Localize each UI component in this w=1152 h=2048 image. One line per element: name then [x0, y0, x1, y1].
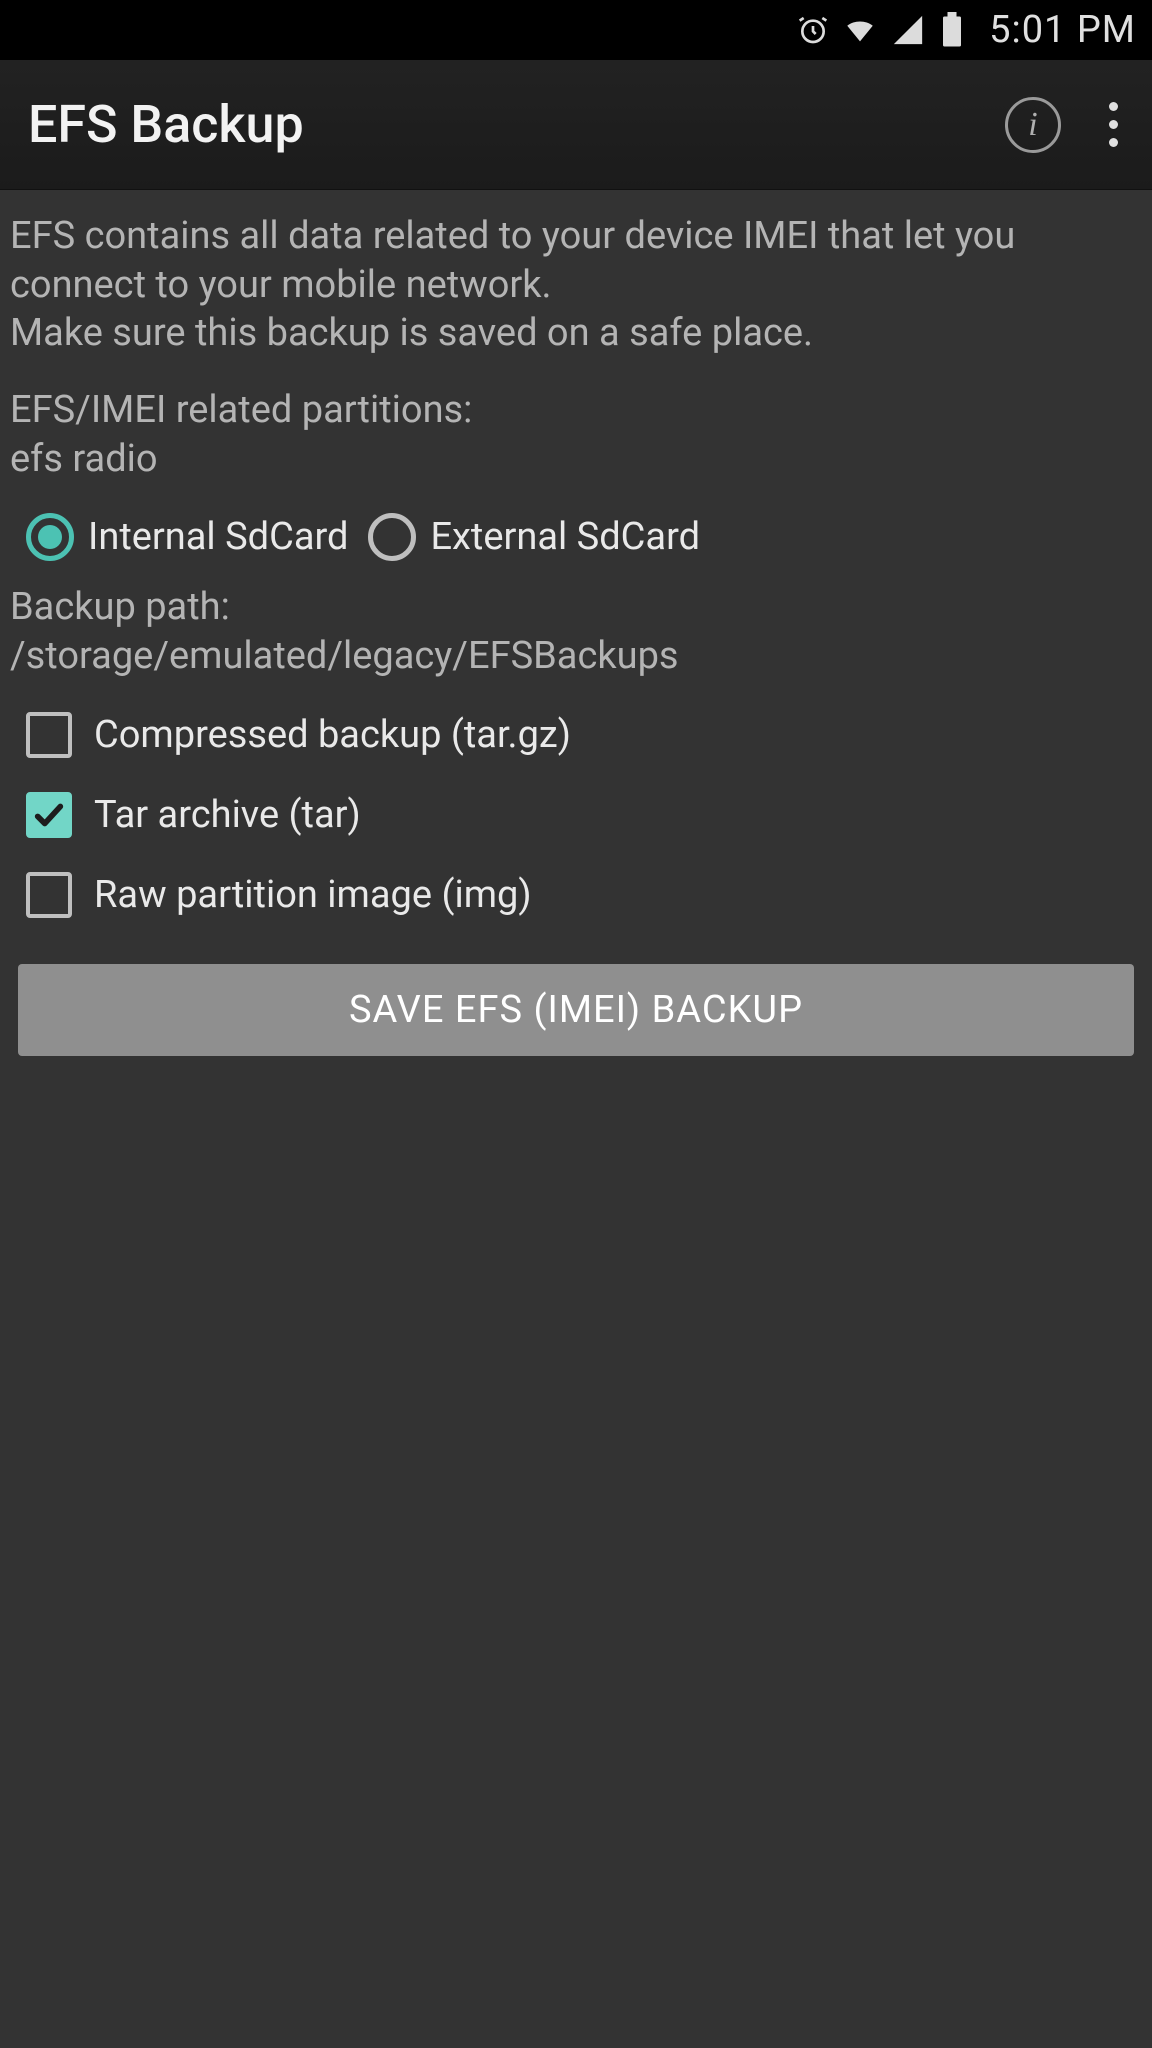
status-time: 5:01 PM	[989, 8, 1136, 52]
description-line2: Make sure this backup is saved on a safe…	[10, 311, 813, 355]
dot-icon	[1109, 120, 1118, 129]
dot-icon	[1109, 102, 1118, 111]
signal-icon	[891, 13, 925, 47]
radio-icon-unchecked	[368, 513, 416, 561]
backup-path-block: Backup path: /storage/emulated/legacy/EF…	[8, 583, 1144, 690]
alarm-icon	[797, 14, 829, 46]
save-backup-button[interactable]: SAVE EFS (IMEI) BACKUP	[18, 964, 1134, 1056]
checkbox-compressed-label: Compressed backup (tar.gz)	[94, 713, 571, 757]
radio-internal-label: Internal SdCard	[88, 515, 348, 559]
description-line1: EFS contains all data related to your de…	[10, 214, 1015, 307]
radio-icon-checked	[26, 513, 74, 561]
checkbox-icon-unchecked	[26, 712, 72, 758]
save-button-label: SAVE EFS (IMEI) BACKUP	[349, 988, 803, 1032]
action-bar: EFS Backup i	[0, 60, 1152, 190]
status-bar: 5:01 PM	[0, 0, 1152, 60]
battery-icon	[939, 12, 965, 48]
storage-radio-group: Internal SdCard External SdCard	[8, 483, 1144, 583]
checkbox-tar-label: Tar archive (tar)	[94, 793, 361, 837]
wifi-icon	[843, 13, 877, 47]
backup-path-value: /storage/emulated/legacy/EFSBackups	[10, 634, 679, 678]
partitions-text: EFS/IMEI related partitions: efs radio	[8, 386, 1144, 483]
backup-options: Compressed backup (tar.gz) Tar archive (…	[8, 690, 1144, 928]
dot-icon	[1109, 138, 1118, 147]
checkbox-icon-checked	[26, 792, 72, 838]
backup-path-label: Backup path:	[10, 585, 230, 629]
overflow-menu-button[interactable]	[1103, 96, 1124, 153]
checkbox-raw[interactable]: Raw partition image (img)	[26, 872, 1126, 918]
checkbox-icon-unchecked	[26, 872, 72, 918]
checkbox-compressed[interactable]: Compressed backup (tar.gz)	[26, 712, 1126, 758]
info-icon: i	[1028, 106, 1037, 144]
checkbox-raw-label: Raw partition image (img)	[94, 873, 532, 917]
partitions-header: EFS/IMEI related partitions:	[10, 388, 472, 432]
app-title: EFS Backup	[28, 94, 304, 155]
radio-internal-sdcard[interactable]: Internal SdCard	[26, 513, 348, 561]
info-button[interactable]: i	[1005, 97, 1061, 153]
checkbox-tar[interactable]: Tar archive (tar)	[26, 792, 1126, 838]
radio-external-label: External SdCard	[430, 515, 700, 559]
description-text: EFS contains all data related to your de…	[8, 212, 1144, 358]
radio-external-sdcard[interactable]: External SdCard	[368, 513, 700, 561]
content-area: EFS contains all data related to your de…	[0, 190, 1152, 1056]
partitions-value: efs radio	[10, 437, 158, 481]
action-bar-actions: i	[1005, 96, 1124, 153]
